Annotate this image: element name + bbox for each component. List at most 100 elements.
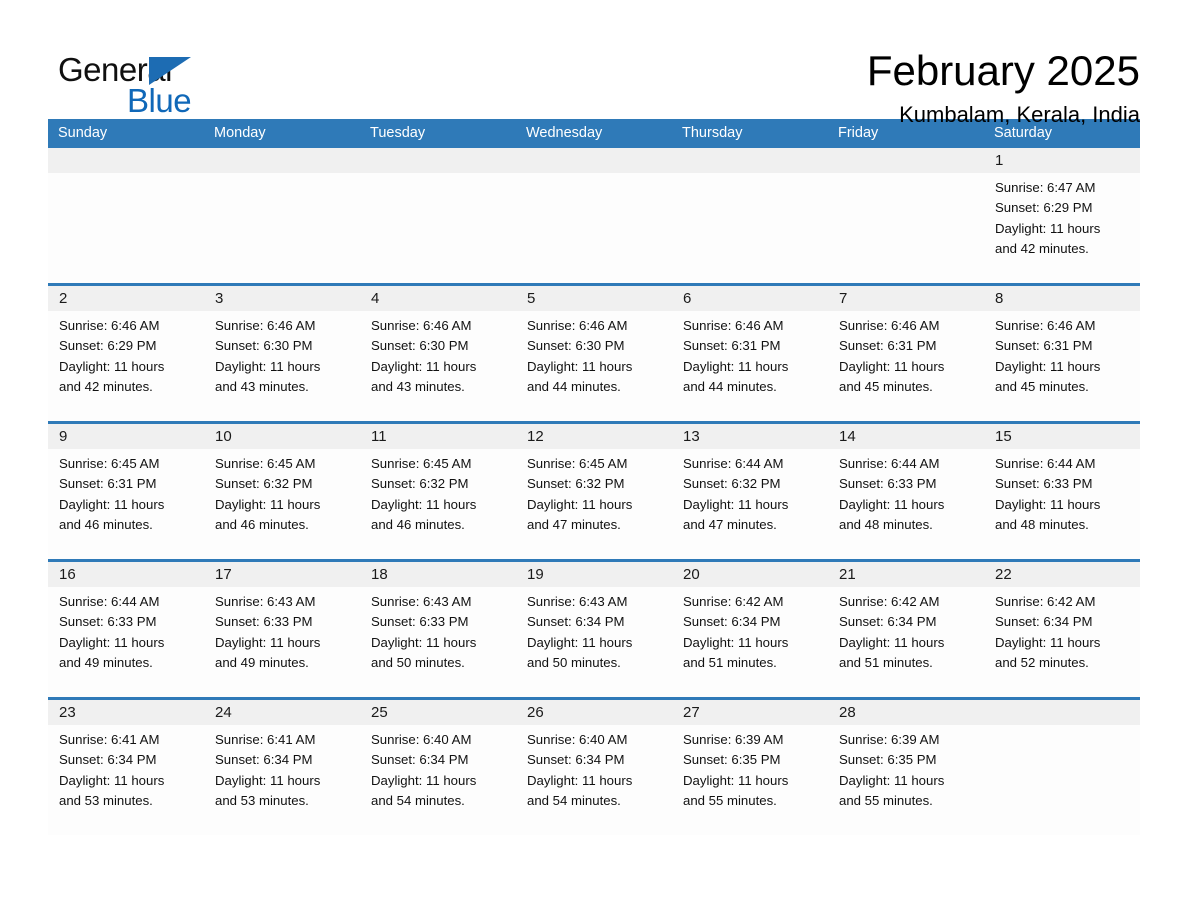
sunrise-text: Sunrise: 6:45 AM (59, 456, 160, 471)
daylight-text-line2: and 51 minutes. (839, 654, 933, 670)
day-number: 26 (516, 700, 672, 725)
day-number: 9 (48, 424, 204, 449)
logo-text-blue: Blue (127, 82, 192, 119)
daylight-text-line2: and 46 minutes. (215, 516, 309, 532)
day-sun-info: Sunrise: 6:44 AM Sunset: 6:33 PM Daylight:… (48, 587, 204, 673)
page-title: February 2025 (866, 47, 1140, 94)
day-sun-info: Sunrise: 6:43 AM Sunset: 6:34 PM Daylight:… (516, 587, 672, 673)
calendar-day-cell[interactable]: 9 Sunrise: 6:45 AM Sunset: 6:31 PM Daylight… (48, 424, 204, 559)
daylight-text-line2: and 50 minutes. (371, 654, 465, 670)
calendar-day-cell[interactable]: 3 Sunrise: 6:46 AM Sunset: 6:30 PM Daylight… (204, 286, 360, 421)
calendar-day-cell[interactable]: 23 Sunrise: 6:41 AM Sunset: 6:34 PM Dayligh… (48, 700, 204, 835)
day-number: 18 (360, 562, 516, 587)
day-number (204, 148, 360, 173)
sunrise-text: Sunrise: 6:43 AM (527, 594, 628, 609)
sunset-text: Sunset: 6:34 PM (527, 614, 625, 630)
day-number: 8 (984, 286, 1140, 311)
calendar-day-cell[interactable]: 8 Sunrise: 6:46 AM Sunset: 6:31 PM Daylight… (984, 286, 1140, 421)
calendar-day-cell-empty (48, 148, 204, 283)
sunrise-text: Sunrise: 6:39 AM (683, 732, 784, 747)
sunrise-text: Sunrise: 6:46 AM (839, 318, 940, 333)
sunset-text: Sunset: 6:34 PM (371, 752, 469, 768)
calendar-day-cell[interactable]: 16 Sunrise: 6:44 AM Sunset: 6:33 PM Dayligh… (48, 562, 204, 697)
daylight-text-line2: and 42 minutes. (59, 378, 153, 394)
sunrise-text: Sunrise: 6:40 AM (527, 732, 628, 747)
daylight-text-line2: and 55 minutes. (683, 792, 777, 808)
title-block: February 2025 Kumbalam, Kerala, India (867, 44, 1140, 130)
sunset-text: Sunset: 6:32 PM (527, 476, 625, 492)
calendar-day-cell[interactable]: 26 Sunrise: 6:40 AM Sunset: 6:34 PM Dayligh… (516, 700, 672, 835)
weekday-header-sunday: Sunday (58, 125, 108, 141)
daylight-text-line1: Daylight: 11 hours (839, 634, 945, 650)
sunrise-text: Sunrise: 6:43 AM (371, 594, 472, 609)
daylight-text-line1: Daylight: 11 hours (839, 772, 945, 788)
general-blue-logo[interactable]: General Blue (48, 44, 228, 119)
day-sun-info: Sunrise: 6:46 AM Sunset: 6:31 PM Daylight:… (672, 311, 828, 397)
calendar-day-cell[interactable]: 12 Sunrise: 6:45 AM Sunset: 6:32 PM Dayligh… (516, 424, 672, 559)
daylight-text-line2: and 43 minutes. (371, 378, 465, 394)
sunset-text: Sunset: 6:30 PM (527, 338, 625, 354)
day-number: 19 (516, 562, 672, 587)
calendar-day-cell[interactable]: 10 Sunrise: 6:45 AM Sunset: 6:32 PM Dayligh… (204, 424, 360, 559)
calendar-day-cell[interactable]: 4 Sunrise: 6:46 AM Sunset: 6:30 PM Daylight… (360, 286, 516, 421)
calendar-day-cell[interactable]: 2 Sunrise: 6:46 AM Sunset: 6:29 PM Daylight… (48, 286, 204, 421)
calendar-day-cell[interactable]: 15 Sunrise: 6:44 AM Sunset: 6:33 PM Dayligh… (984, 424, 1140, 559)
day-sun-info: Sunrise: 6:39 AM Sunset: 6:35 PM Daylight:… (672, 725, 828, 811)
daylight-text-line2: and 49 minutes. (59, 654, 153, 670)
day-sun-info: Sunrise: 6:46 AM Sunset: 6:30 PM Daylight:… (516, 311, 672, 397)
sunrise-text: Sunrise: 6:44 AM (683, 456, 784, 471)
day-sun-info: Sunrise: 6:40 AM Sunset: 6:34 PM Daylight:… (360, 725, 516, 811)
sunset-text: Sunset: 6:33 PM (59, 614, 157, 630)
daylight-text-line2: and 48 minutes. (839, 516, 933, 532)
day-number: 1 (984, 148, 1140, 173)
calendar-day-cell[interactable]: 7 Sunrise: 6:46 AM Sunset: 6:31 PM Daylight… (828, 286, 984, 421)
day-sun-info: Sunrise: 6:44 AM Sunset: 6:32 PM Daylight:… (672, 449, 828, 535)
daylight-text-line1: Daylight: 11 hours (59, 634, 165, 650)
calendar-day-cell-empty (516, 148, 672, 283)
daylight-text-line2: and 46 minutes. (59, 516, 153, 532)
day-sun-info: Sunrise: 6:45 AM Sunset: 6:31 PM Daylight:… (48, 449, 204, 535)
day-number (516, 148, 672, 173)
calendar-day-cell[interactable]: 20 Sunrise: 6:42 AM Sunset: 6:34 PM Dayligh… (672, 562, 828, 697)
day-sun-info: Sunrise: 6:46 AM Sunset: 6:29 PM Daylight:… (48, 311, 204, 397)
calendar-day-cell[interactable]: 1 Sunrise: 6:47 AM Sunset: 6:29 PM Daylight… (984, 148, 1140, 283)
calendar-day-cell[interactable]: 5 Sunrise: 6:46 AM Sunset: 6:30 PM Daylight… (516, 286, 672, 421)
calendar-day-cell[interactable]: 13 Sunrise: 6:44 AM Sunset: 6:32 PM Dayligh… (672, 424, 828, 559)
day-sun-info: Sunrise: 6:44 AM Sunset: 6:33 PM Daylight:… (984, 449, 1140, 535)
calendar-day-cell[interactable]: 28 Sunrise: 6:39 AM Sunset: 6:35 PM Dayligh… (828, 700, 984, 835)
month-calendar: Sunday Monday Tuesday Wednesday Thursday Frid… (48, 119, 1140, 835)
sunset-text: Sunset: 6:35 PM (683, 752, 781, 768)
daylight-text-line1: Daylight: 11 hours (215, 496, 321, 512)
daylight-text-line2: and 42 minutes. (995, 240, 1089, 256)
calendar-day-cell[interactable]: 25 Sunrise: 6:40 AM Sunset: 6:34 PM Dayligh… (360, 700, 516, 835)
calendar-day-cell-empty (360, 148, 516, 283)
calendar-day-cell[interactable]: 21 Sunrise: 6:42 AM Sunset: 6:34 PM Dayligh… (828, 562, 984, 697)
sunrise-text: Sunrise: 6:42 AM (839, 594, 940, 609)
day-sun-info: Sunrise: 6:45 AM Sunset: 6:32 PM Daylight:… (204, 449, 360, 535)
calendar-day-cell[interactable]: 17 Sunrise: 6:43 AM Sunset: 6:33 PM Dayligh… (204, 562, 360, 697)
calendar-day-cell-empty (204, 148, 360, 283)
sunset-text: Sunset: 6:33 PM (215, 614, 313, 630)
day-sun-info: Sunrise: 6:43 AM Sunset: 6:33 PM Daylight:… (204, 587, 360, 673)
calendar-day-cell-empty (984, 700, 1140, 835)
sunset-text: Sunset: 6:32 PM (215, 476, 313, 492)
calendar-day-cell[interactable]: 18 Sunrise: 6:43 AM Sunset: 6:33 PM Dayligh… (360, 562, 516, 697)
sunset-text: Sunset: 6:34 PM (995, 614, 1093, 630)
calendar-day-cell[interactable]: 27 Sunrise: 6:39 AM Sunset: 6:35 PM Dayligh… (672, 700, 828, 835)
sunrise-text: Sunrise: 6:46 AM (683, 318, 784, 333)
calendar-day-cell[interactable]: 14 Sunrise: 6:44 AM Sunset: 6:33 PM Dayligh… (828, 424, 984, 559)
calendar-day-cell[interactable]: 6 Sunrise: 6:46 AM Sunset: 6:31 PM Daylight… (672, 286, 828, 421)
day-sun-info: Sunrise: 6:42 AM Sunset: 6:34 PM Daylight:… (984, 587, 1140, 673)
calendar-day-cell[interactable]: 24 Sunrise: 6:41 AM Sunset: 6:34 PM Dayligh… (204, 700, 360, 835)
sunrise-text: Sunrise: 6:42 AM (995, 594, 1096, 609)
weekday-header-wednesday: Wednesday (526, 125, 603, 141)
calendar-day-cell[interactable]: 19 Sunrise: 6:43 AM Sunset: 6:34 PM Dayligh… (516, 562, 672, 697)
day-sun-info: Sunrise: 6:46 AM Sunset: 6:31 PM Daylight:… (828, 311, 984, 397)
day-number: 2 (48, 286, 204, 311)
sunrise-text: Sunrise: 6:40 AM (371, 732, 472, 747)
weekday-header-thursday: Thursday (682, 125, 743, 141)
daylight-text-line2: and 50 minutes. (527, 654, 621, 670)
calendar-day-cell[interactable]: 22 Sunrise: 6:42 AM Sunset: 6:34 PM Dayligh… (984, 562, 1140, 697)
sunrise-text: Sunrise: 6:46 AM (371, 318, 472, 333)
calendar-day-cell[interactable]: 11 Sunrise: 6:45 AM Sunset: 6:32 PM Dayligh… (360, 424, 516, 559)
